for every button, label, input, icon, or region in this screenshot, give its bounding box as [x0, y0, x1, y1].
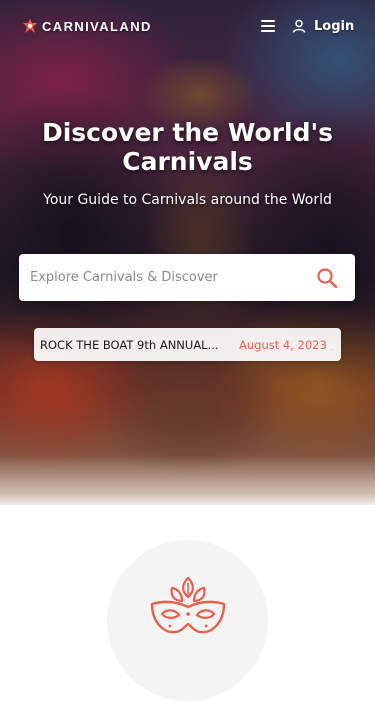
hero-subtitle: Your Guide to Carnivals around the World [43, 192, 332, 208]
search-bar [19, 254, 355, 301]
carnival-mask-icon [150, 576, 226, 634]
upcoming-event-ticker[interactable]: ROCK THE BOAT 9th ANNUAL... August 4, 20… [34, 328, 341, 361]
brand-name: CARNIVALAND [42, 18, 152, 34]
logo-mask-icon [23, 19, 37, 33]
hero-overlay [0, 0, 375, 505]
hamburger-menu-icon[interactable] [259, 18, 277, 34]
event-title: ROCK THE BOAT 9th ANNUAL... [40, 337, 219, 352]
user-icon [292, 19, 306, 33]
hero-title: Discover the World's Carnivals [41, 118, 334, 176]
login-button[interactable]: Login [292, 15, 354, 37]
event-date: August 4, 2023 [239, 337, 327, 352]
search-input[interactable] [30, 254, 300, 301]
hero-bottom-fade [0, 455, 375, 510]
top-navigation-bar: CARNIVALAND Login [0, 0, 375, 52]
search-icon[interactable] [315, 266, 339, 290]
brand-logo[interactable]: CARNIVALAND [22, 16, 152, 36]
login-label: Login [314, 18, 355, 34]
